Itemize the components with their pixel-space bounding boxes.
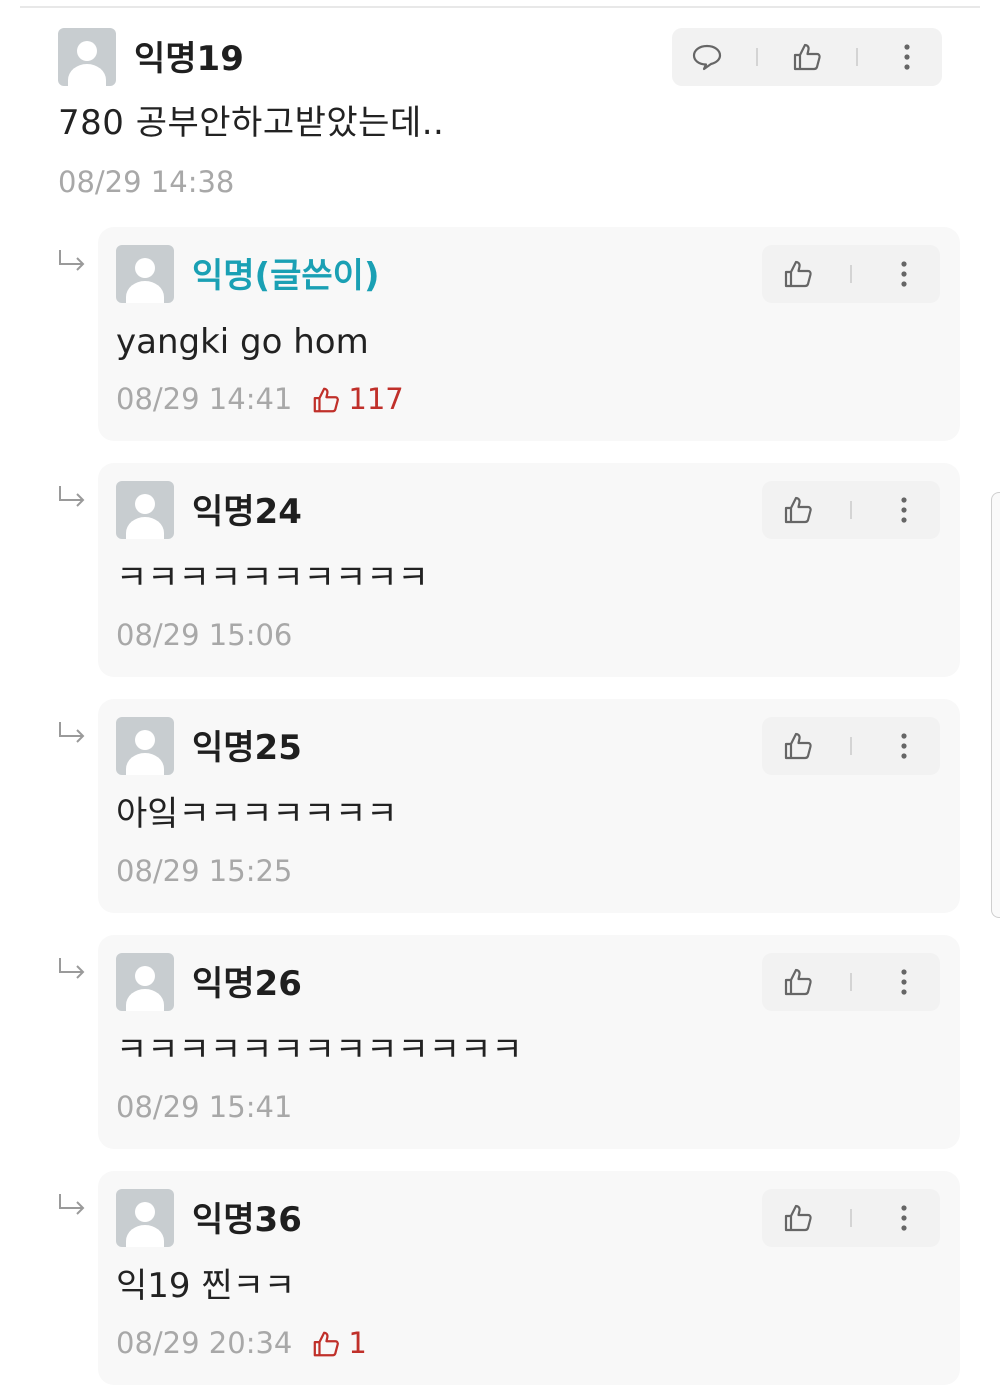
reply-arrow-icon (59, 722, 85, 743)
like-button[interactable] (778, 490, 818, 530)
more-button[interactable] (884, 1198, 924, 1238)
reply-meta: 08/29 15:06 (116, 621, 292, 650)
reply-text: ㅋㅋㅋㅋㅋㅋㅋㅋㅋㅋㅋㅋㅋ (116, 1030, 523, 1070)
like-count: 117 (312, 382, 404, 416)
action-separator (850, 501, 852, 519)
reply-button[interactable] (687, 37, 727, 77)
thumbs-up-icon (793, 43, 821, 71)
avatar (58, 28, 116, 86)
timestamp: 08/29 20:34 (116, 1326, 293, 1360)
comment-actions (672, 28, 942, 86)
reply-author: 익명(글쓴이) (192, 256, 380, 296)
timestamp: 08/29 14:38 (58, 165, 235, 199)
reply-text: yangki go hom (116, 322, 369, 362)
avatar (116, 953, 174, 1011)
avatar (116, 1189, 174, 1247)
reply-arrow-icon (59, 958, 85, 979)
avatar (116, 717, 174, 775)
comment-author: 익명19 (134, 39, 244, 79)
reply-meta: 08/29 14:41 117 (116, 385, 404, 414)
reply-arrow-icon (59, 250, 85, 271)
action-separator (850, 1209, 852, 1227)
like-button[interactable] (778, 726, 818, 766)
like-button[interactable] (778, 1198, 818, 1238)
like-button[interactable] (787, 37, 827, 77)
avatar (116, 245, 174, 303)
reply-card: 익명(글쓴이) yangki go hom 08/29 14:41 117 (98, 227, 960, 441)
thumbs-up-icon (314, 387, 340, 412)
thumbs-up-icon (314, 1331, 340, 1356)
action-separator (850, 737, 852, 755)
reply-meta: 08/29 15:25 (116, 857, 292, 886)
comment-meta: 08/29 14:38 (58, 168, 234, 197)
more-button[interactable] (884, 490, 924, 530)
more-button[interactable] (884, 726, 924, 766)
more-vertical-icon (901, 261, 907, 287)
like-count-value: 1 (348, 1326, 367, 1360)
reply-card: 익명24 ㅋㅋㅋㅋㅋㅋㅋㅋㅋㅋ 08/29 15:06 (98, 463, 960, 677)
reply-author: 익명25 (192, 728, 302, 768)
reply-meta: 08/29 20:34 1 (116, 1329, 367, 1358)
timestamp: 08/29 14:41 (116, 382, 293, 416)
reply-arrow-icon (59, 1194, 85, 1215)
scroll-indicator[interactable] (991, 492, 1000, 918)
reply-icon (692, 44, 721, 71)
reply-arrow-icon (59, 486, 85, 507)
more-vertical-icon (904, 44, 910, 70)
reply-card: 익명26 ㅋㅋㅋㅋㅋㅋㅋㅋㅋㅋㅋㅋㅋ 08/29 15:41 (98, 935, 960, 1149)
more-vertical-icon (901, 969, 907, 995)
more-vertical-icon (901, 1205, 907, 1231)
more-button[interactable] (884, 962, 924, 1002)
more-button[interactable] (884, 254, 924, 294)
reply-actions (762, 481, 940, 539)
main-comment: 익명19 780 공부안하고받았는데.. 08/29 14:38 (58, 28, 942, 208)
action-separator (850, 265, 852, 283)
comment-text: 780 공부안하고받았는데.. (58, 103, 445, 143)
thumbs-up-icon (784, 968, 812, 996)
reply-author: 익명36 (192, 1200, 302, 1240)
like-count-value: 117 (348, 382, 404, 416)
reply-author: 익명24 (192, 492, 302, 532)
reply-card: 익명25 아잌ㅋㅋㅋㅋㅋㅋㅋ 08/29 15:25 (98, 699, 960, 913)
reply-text: ㅋㅋㅋㅋㅋㅋㅋㅋㅋㅋ (116, 558, 429, 598)
thumbs-up-icon (784, 496, 812, 524)
reply-actions (762, 245, 940, 303)
thumbs-up-icon (784, 260, 812, 288)
action-separator (850, 973, 852, 991)
timestamp: 08/29 15:06 (116, 618, 293, 652)
reply-author: 익명26 (192, 964, 302, 1004)
reply-actions (762, 1189, 940, 1247)
reply-actions (762, 717, 940, 775)
action-separator (755, 48, 758, 66)
more-button[interactable] (887, 37, 927, 77)
more-vertical-icon (901, 497, 907, 523)
top-divider (20, 6, 980, 8)
reply-actions (762, 953, 940, 1011)
reply-text: 익19 찐ㅋㅋ (116, 1266, 296, 1306)
like-button[interactable] (778, 962, 818, 1002)
thumbs-up-icon (784, 1204, 812, 1232)
like-button[interactable] (778, 254, 818, 294)
reply-text: 아잌ㅋㅋㅋㅋㅋㅋㅋ (116, 794, 398, 834)
more-vertical-icon (901, 733, 907, 759)
action-separator (856, 48, 859, 66)
timestamp: 08/29 15:25 (116, 854, 293, 888)
reply-card: 익명36 익19 찐ㅋㅋ 08/29 20:34 1 (98, 1171, 960, 1385)
timestamp: 08/29 15:41 (116, 1090, 293, 1124)
thumbs-up-icon (784, 732, 812, 760)
reply-meta: 08/29 15:41 (116, 1093, 292, 1122)
like-count: 1 (312, 1326, 367, 1360)
avatar (116, 481, 174, 539)
